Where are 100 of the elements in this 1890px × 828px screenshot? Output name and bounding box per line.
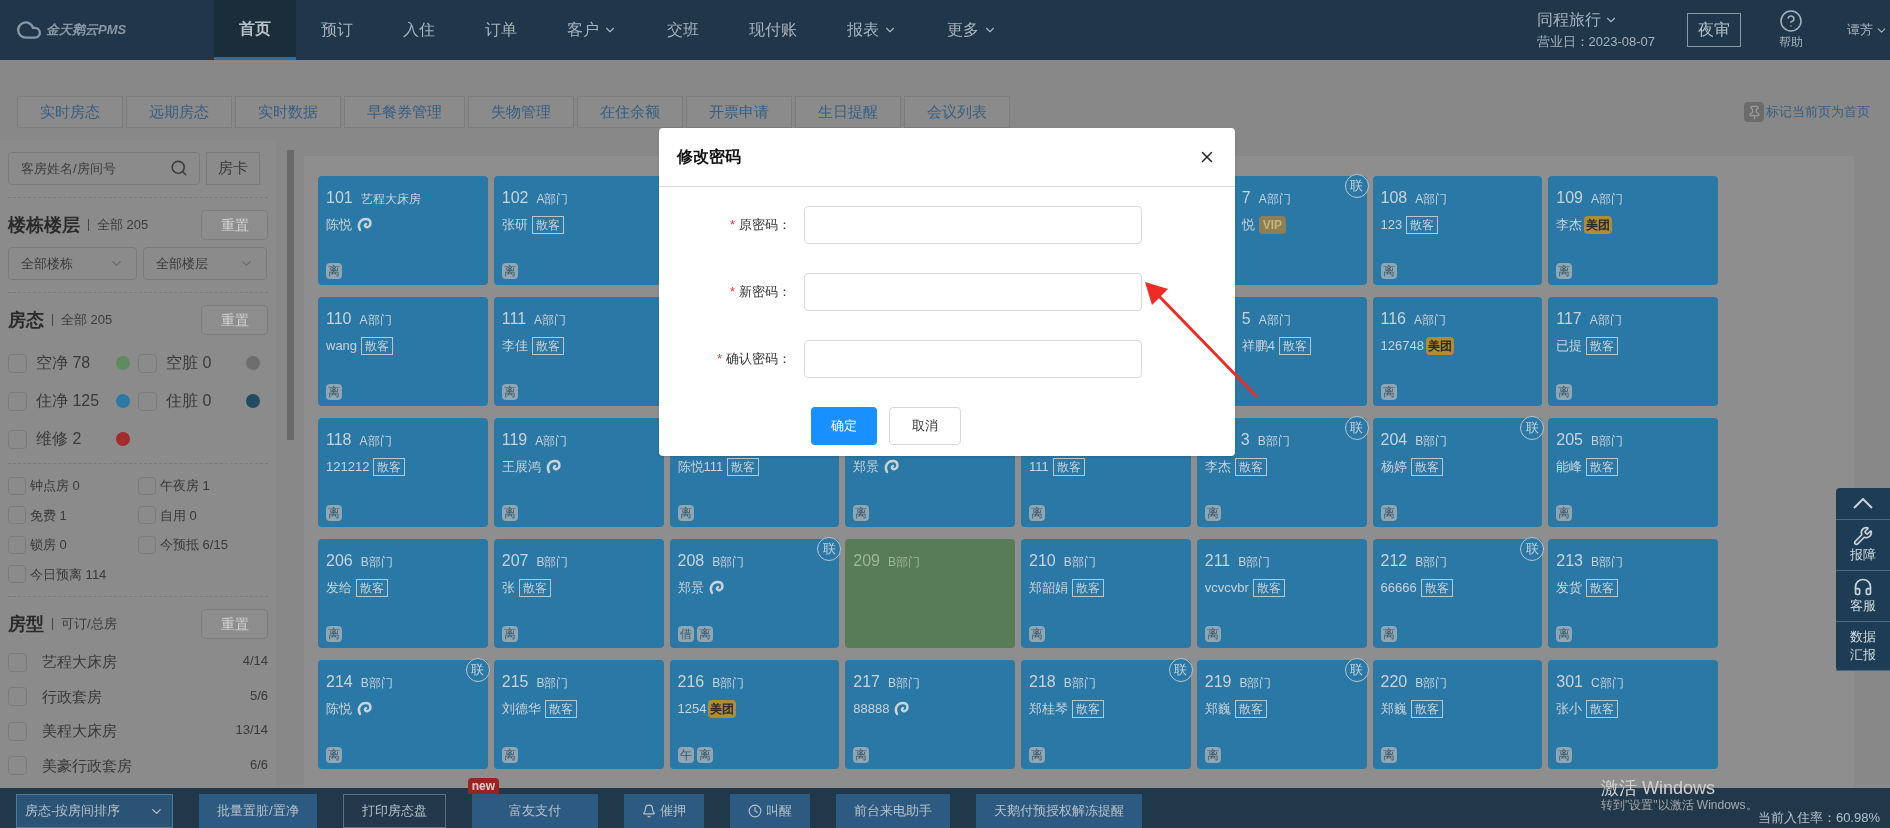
room-card[interactable]: 109 A部门 李杰 美团 离: [1548, 176, 1718, 285]
password-field[interactable]: [804, 273, 1142, 311]
room-card[interactable]: 213 B部门 发货 散客 离: [1548, 539, 1718, 648]
room-card[interactable]: 212 B部门 66666 散客 离 联: [1372, 539, 1543, 648]
room-mark-tag: 离: [326, 263, 342, 279]
toolbar-button[interactable]: 批量置脏/置净: [199, 794, 317, 828]
room-number: 7: [1241, 188, 1251, 208]
nav-tab[interactable]: 首页: [214, 0, 296, 60]
room-card[interactable]: 205 B部门 能峰 散客 离: [1548, 418, 1718, 527]
room-card-button[interactable]: 房卡: [206, 152, 260, 185]
room-mark-tag: 离: [326, 626, 342, 642]
toolbar-button[interactable]: 催押: [623, 794, 704, 828]
room-department: B部门: [1238, 554, 1271, 571]
section-count: 全部 205: [97, 216, 149, 235]
search-field[interactable]: 客房姓名/房间号: [8, 152, 200, 185]
toolbar-button[interactable]: 叫醒: [729, 794, 810, 828]
room-card[interactable]: 5 A部门 祥鹏4 散客: [1233, 297, 1367, 406]
cancel-button[interactable]: 取消: [889, 407, 961, 445]
room-number: 209: [853, 551, 880, 571]
night-audit-button[interactable]: 夜审: [1687, 13, 1741, 47]
room-card[interactable]: 204 B部门 杨婷 散客 离 联: [1372, 418, 1543, 527]
toolbar-button[interactable]: 天鹅付预授权解冻提醒: [975, 794, 1142, 828]
set-home-link[interactable]: 标记当前页为首页: [1744, 102, 1870, 122]
required-asterisk: *: [716, 350, 722, 369]
building-select[interactable]: 全部楼栋: [8, 247, 137, 280]
side-panel-button[interactable]: 客服: [1836, 571, 1890, 622]
reset-button[interactable]: 重置: [201, 609, 268, 639]
password-field[interactable]: [804, 206, 1142, 244]
room-mark-tag: 离: [1380, 384, 1397, 400]
nav-tab[interactable]: 订单: [460, 0, 542, 60]
confirm-button[interactable]: 确定: [811, 407, 877, 445]
guest-type-tag: 散客: [1052, 458, 1085, 476]
user-menu[interactable]: 谭芳: [1847, 0, 1890, 60]
toolbar-button[interactable]: 打印房态盘: [342, 794, 446, 828]
room-department: B部门: [536, 554, 569, 571]
side-panel-button[interactable]: 数据汇报: [1836, 622, 1890, 671]
password-field[interactable]: [804, 340, 1142, 378]
room-number: 204: [1380, 430, 1408, 450]
nav-tab[interactable]: 现付账: [724, 0, 822, 60]
room-department: B部门: [1063, 675, 1096, 692]
room-card[interactable]: 101 艺程大床房 陈悦 离: [318, 176, 488, 285]
sort-select[interactable]: 房态-按房间排序: [16, 794, 173, 828]
room-card[interactable]: 219 B部门 郑巍 散客 离 联: [1196, 660, 1367, 769]
room-department: B部门: [1415, 433, 1448, 450]
guest-name: 郑巍: [1380, 700, 1407, 719]
page-tab[interactable]: 生日提醒: [795, 96, 901, 128]
nav-tab[interactable]: 客户: [542, 0, 642, 60]
room-card[interactable]: 116 A部门 126748 美团 离: [1372, 297, 1543, 406]
vacant-room-card[interactable]: 209 B部门: [845, 539, 1015, 648]
room-department: B部门: [1257, 433, 1290, 450]
building-select[interactable]: 全部楼层: [143, 247, 267, 280]
page-tab[interactable]: 实时数据: [235, 96, 341, 128]
room-card[interactable]: 220 B部门 郑巍 散客 离: [1372, 660, 1543, 769]
room-card[interactable]: 217 B部门 88888 离: [845, 660, 1015, 769]
help-button[interactable]: 帮助: [1779, 0, 1803, 60]
room-card[interactable]: 119 A部门 王展鸿 离: [493, 418, 664, 527]
room-card[interactable]: 208 B部门 郑景 借 离 联: [669, 539, 840, 648]
linked-room-badge: 联: [1168, 658, 1193, 682]
toolbar-button[interactable]: 前台来电助手: [835, 794, 950, 828]
nav-tab[interactable]: 更多: [922, 0, 1022, 60]
guest-type-tag: 散客: [356, 579, 388, 597]
wrench-icon: [1853, 526, 1873, 546]
filter-label: 自用 0: [160, 506, 197, 525]
guest-name: 郑景: [853, 458, 880, 477]
room-card[interactable]: 216 B部门 1254 美团 午 离: [669, 660, 840, 769]
room-card[interactable]: 7 A部门 悦 VIP 联: [1233, 176, 1367, 285]
room-card[interactable]: 210 B部门 郑韶娟 散客 离: [1021, 539, 1191, 648]
room-card[interactable]: 214 B部门 陈悦 离 联: [318, 660, 488, 769]
reset-button[interactable]: 重置: [201, 305, 268, 335]
page-tab[interactable]: 早餐券管理: [344, 96, 465, 128]
room-card[interactable]: 118 A部门 121212 散客 离: [318, 418, 488, 527]
nav-tab[interactable]: 报表: [822, 0, 922, 60]
room-card[interactable]: 110 A部门 wang 散客 离: [318, 297, 488, 406]
nav-tab[interactable]: 入住: [378, 0, 460, 60]
hotel-selector[interactable]: 同程旅行: [1536, 8, 1655, 33]
nav-tab[interactable]: 预订: [296, 0, 378, 60]
toolbar-button[interactable]: 富友支付: [471, 794, 598, 828]
room-card[interactable]: 108 A部门 123 散客 离: [1372, 176, 1543, 285]
scrollbar-thumb[interactable]: [286, 150, 294, 440]
guest-type-tag: 散客: [1410, 458, 1443, 476]
room-mark-tag: 离: [1204, 505, 1221, 521]
room-card[interactable]: 207 B部门 张 散客 离: [493, 539, 664, 648]
room-department: C部门: [1590, 675, 1624, 692]
nav-tab[interactable]: 交班: [642, 0, 724, 60]
page-tab[interactable]: 开票申请: [686, 96, 792, 128]
room-card[interactable]: 3 B部门 李杰 散客 离 联: [1196, 418, 1367, 527]
page-tab[interactable]: 实时房态: [17, 96, 123, 128]
reset-button[interactable]: 重置: [201, 210, 268, 240]
room-card[interactable]: 215 B部门 刘德华 散客 离: [493, 660, 664, 769]
room-card[interactable]: 206 B部门 发给 散客 离: [318, 539, 488, 648]
page-tab[interactable]: 在住余额: [577, 96, 683, 128]
page-tab[interactable]: 远期房态: [126, 96, 232, 128]
room-card[interactable]: 117 A部门 已提 散客 离: [1548, 297, 1718, 406]
room-card[interactable]: 218 B部门 郑桂琴 散客 离 联: [1021, 660, 1191, 769]
guest-type-tag: 散客: [373, 458, 406, 476]
page-tab[interactable]: 失物管理: [468, 96, 574, 128]
room-card[interactable]: 211 B部门 vcvcvbr 散客 离: [1196, 539, 1367, 648]
side-panel-button[interactable]: 报障: [1836, 520, 1890, 571]
page-tab[interactable]: 会议列表: [904, 96, 1010, 128]
room-card[interactable]: 301 C部门 张小 散客 离: [1548, 660, 1718, 769]
